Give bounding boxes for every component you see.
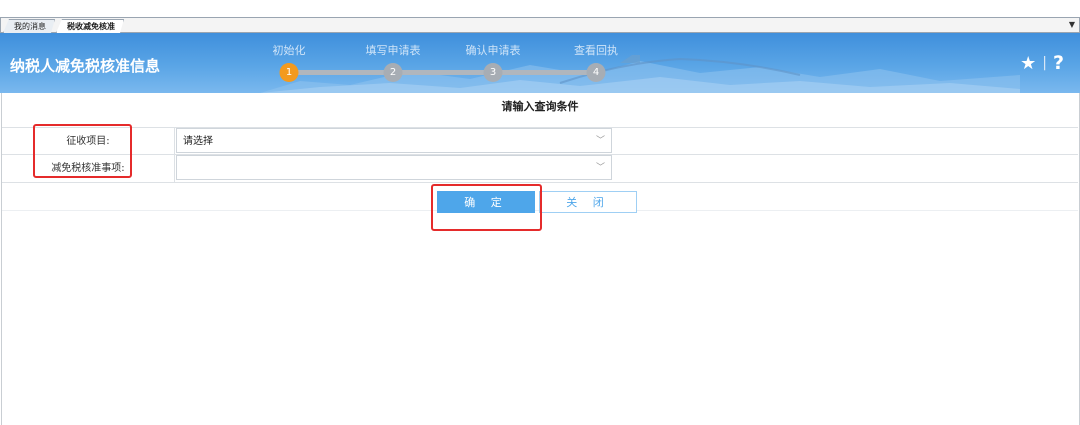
tab-dropdown-icon[interactable]: ▼: [1069, 18, 1075, 32]
step-circle-1: 1: [279, 63, 299, 82]
step-label-3: 确认申请表: [465, 44, 521, 57]
form-row-collection-item: 征收项目: 请选择 ﹀: [2, 127, 1078, 155]
tab-bar: 我的消息 税收减免核准 ▼: [0, 0, 1080, 33]
highlight-box-labels: [33, 124, 132, 178]
tab-tax-reduction[interactable]: 税收减免核准: [56, 19, 124, 33]
step-label-2: 填写申请表: [365, 44, 421, 57]
highlight-box-confirm: [431, 184, 542, 231]
collection-item-select-value: 请选择: [183, 136, 213, 147]
step-circle-2: 2: [383, 63, 403, 82]
star-icon[interactable]: ★: [1020, 53, 1036, 74]
step-label-1: 初始化: [272, 44, 306, 57]
header-separator: |: [1042, 55, 1047, 71]
approval-matter-select[interactable]: ﹀: [176, 155, 612, 180]
close-button[interactable]: 关 闭: [539, 191, 637, 213]
step-progress-track: [289, 70, 596, 75]
page-header: 纳税人减免税核准信息 初始化 填写申请表 确认申请表 查看回执 1 2 3 4 …: [0, 33, 1080, 93]
collection-item-select[interactable]: 请选择 ﹀: [176, 128, 612, 153]
step-label-4: 查看回执: [574, 44, 618, 57]
page-title: 纳税人减免税核准信息: [10, 57, 161, 75]
chevron-down-icon: ﹀: [595, 163, 605, 173]
help-icon[interactable]: ?: [1053, 52, 1064, 74]
header-actions: ★ | ?: [1020, 52, 1064, 74]
form-row-approval-matter: 减免税核准事项: ﹀: [2, 154, 1078, 183]
tab-strip: 我的消息 税收减免核准 ▼: [0, 17, 1080, 33]
form-title: 请输入查询条件: [501, 100, 579, 113]
tab-my-messages[interactable]: 我的消息: [3, 19, 55, 33]
chevron-down-icon: ﹀: [595, 136, 605, 146]
step-circle-4: 4: [586, 63, 606, 82]
step-circle-3: 3: [483, 63, 503, 82]
